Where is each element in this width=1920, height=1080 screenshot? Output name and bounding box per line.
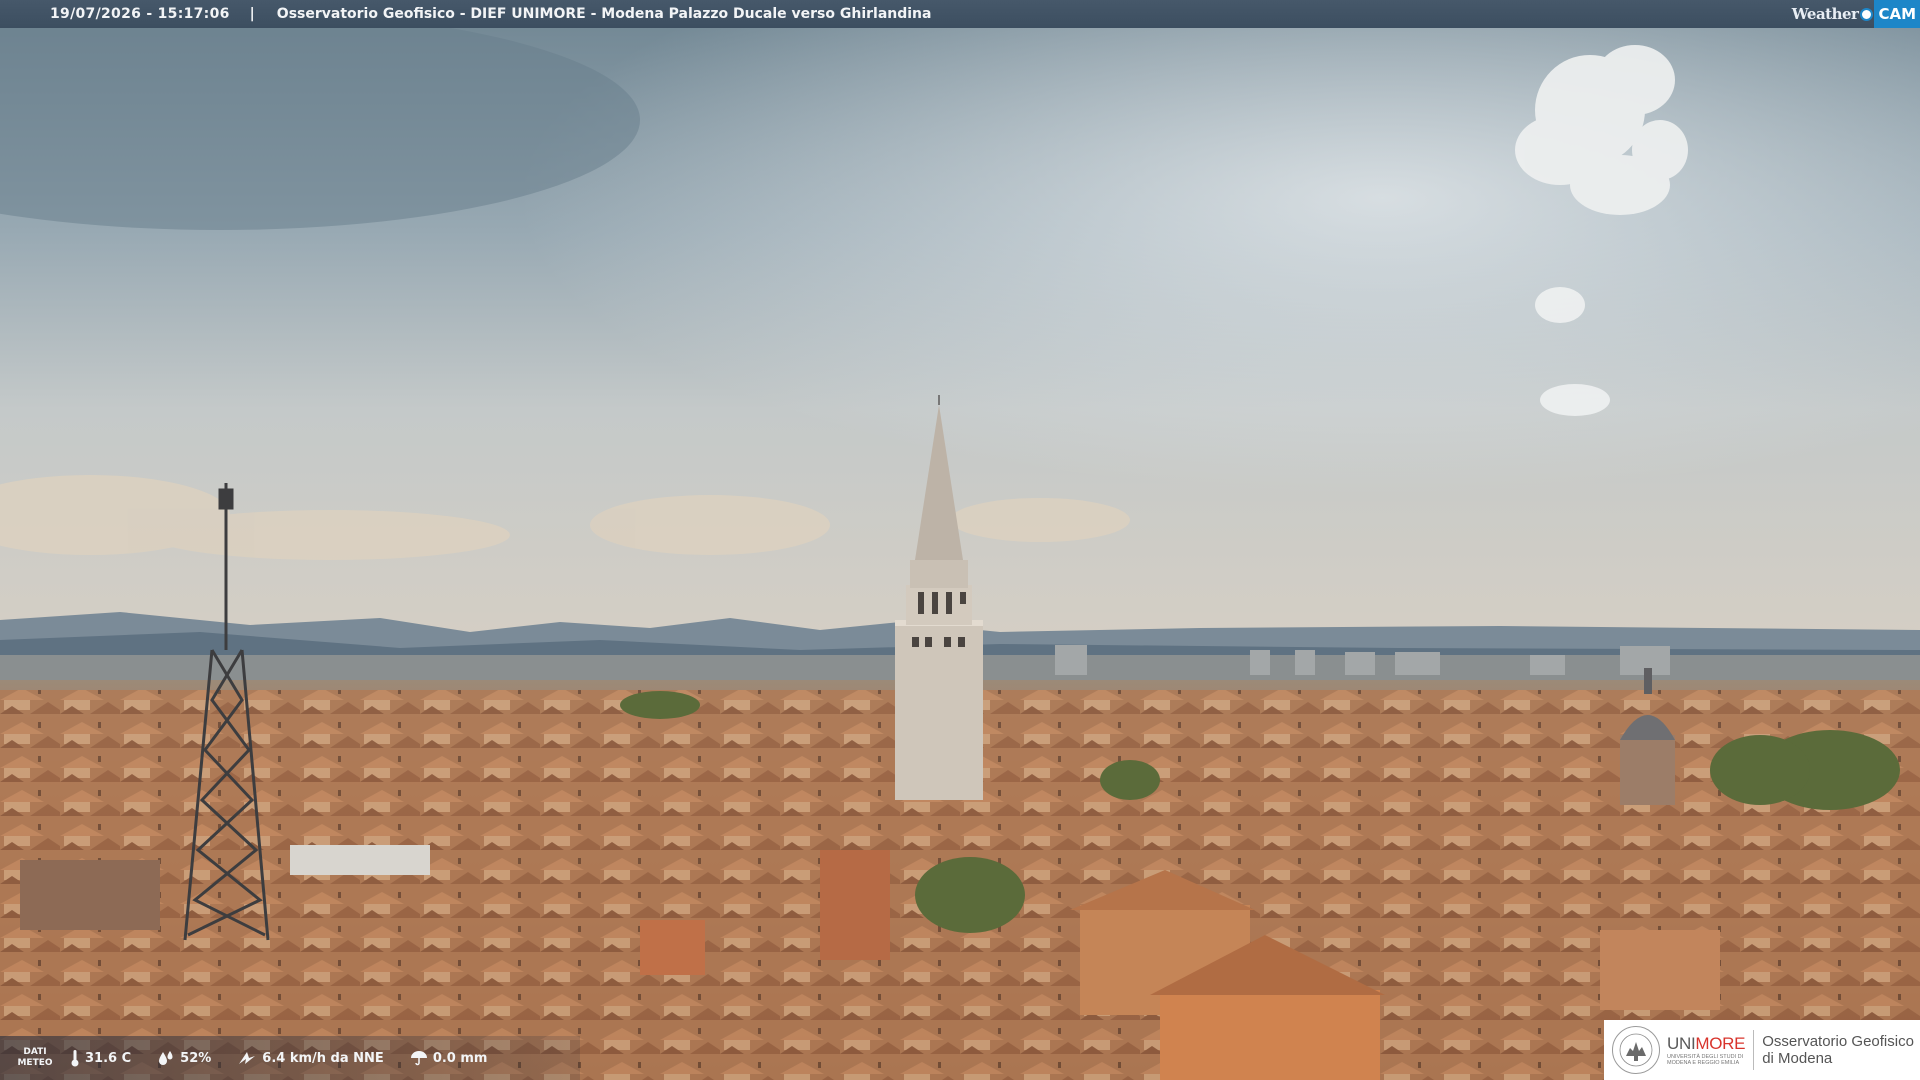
weathercam-cam-text: CAM [1874, 0, 1920, 28]
camera-caption: Osservatorio Geofisico - DIEF UNIMORE - … [276, 6, 932, 22]
observatory-name: Osservatorio Geofisico di Modena [1762, 1033, 1914, 1067]
umbrella-icon [410, 1051, 427, 1066]
humidity-value: 52% [180, 1050, 212, 1066]
badge-divider [1753, 1030, 1755, 1070]
unimore-seal-icon [1612, 1026, 1660, 1074]
top-banner: 19/07/2026 - 15:17:06 | Osservatorio Geo… [0, 0, 1920, 28]
wind-arrow-icon [239, 1052, 256, 1064]
timestamp: 19/07/2026 - 15:17:06 [50, 6, 230, 22]
webcam-photo [0, 0, 1920, 1080]
thermometer-icon [71, 1050, 79, 1067]
unimore-badge: UNIMORE UNIVERSITÀ DEGLI STUDI DI MODENA… [1604, 1020, 1920, 1080]
rain-value: 0.0 mm [432, 1050, 488, 1066]
weather-data-strip: DATI METEO 31.6 C 52% 6.4 km/h da NNE 0.… [0, 1036, 580, 1080]
banner-separator: | [249, 6, 255, 22]
temperature-value: 31.6 C [85, 1050, 132, 1066]
weathercam-weather-text: Weather [1791, 5, 1859, 23]
weathercam-dot-icon [1860, 7, 1874, 21]
humidity-reading: 52% [157, 1050, 211, 1066]
weather-data-label: DATI METEO [17, 1047, 53, 1068]
weathercam-logo: Weather CAM [1792, 0, 1920, 28]
wind-value: 6.4 km/h da NNE [262, 1050, 384, 1066]
rain-reading: 0.0 mm [410, 1050, 488, 1066]
temperature-reading: 31.6 C [70, 1049, 131, 1067]
wind-reading: 6.4 km/h da NNE [237, 1050, 384, 1066]
city-panorama [0, 0, 1920, 1080]
unimore-logo-text: UNIMORE UNIVERSITÀ DEGLI STUDI DI MODENA… [1667, 1034, 1746, 1066]
humidity-drops-icon [159, 1051, 173, 1065]
